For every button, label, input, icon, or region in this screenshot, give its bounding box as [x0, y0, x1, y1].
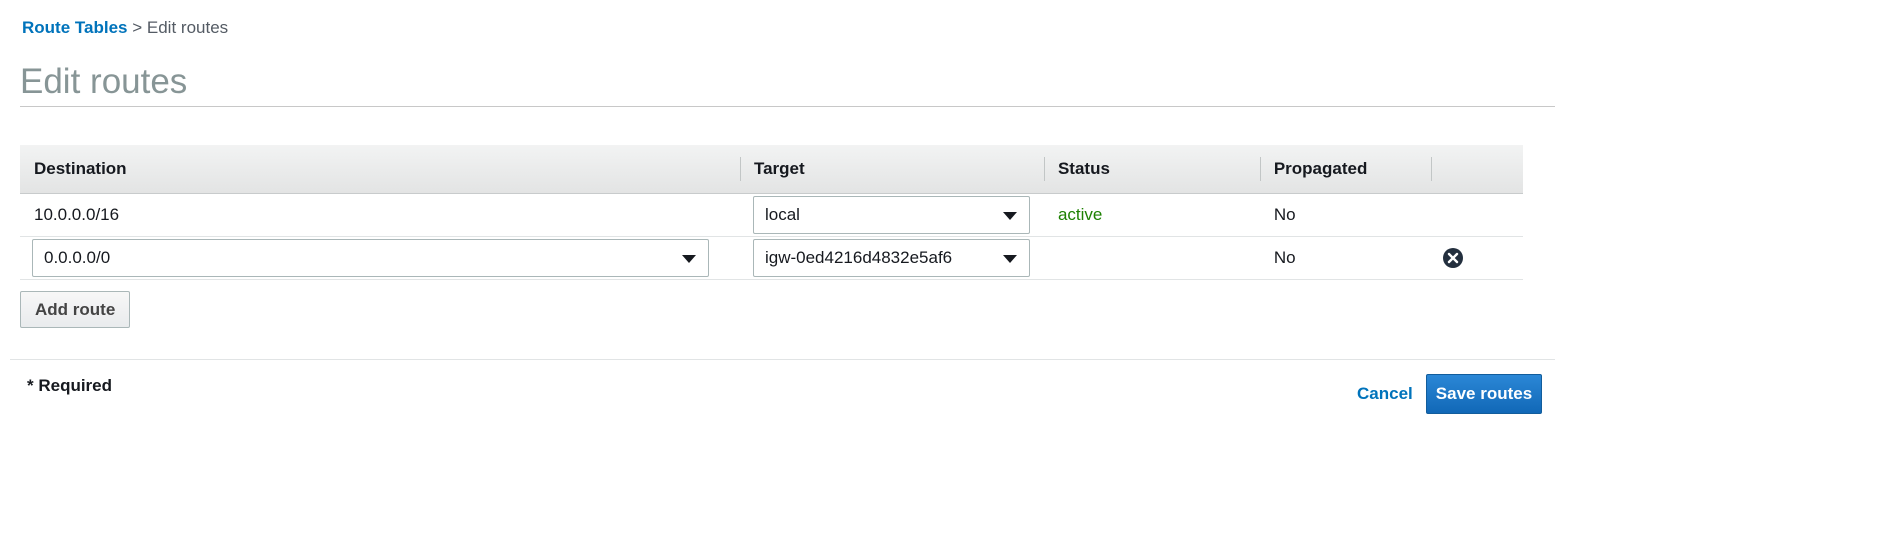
- target-cell: local: [739, 193, 1044, 237]
- add-route-button[interactable]: Add route: [20, 291, 131, 328]
- breadcrumb-current: Edit routes: [146, 18, 229, 37]
- remove-cell: [1430, 193, 1523, 237]
- breadcrumb-route-tables-link[interactable]: Route Tables: [22, 18, 127, 37]
- cancel-link[interactable]: Cancel: [1357, 384, 1413, 404]
- status-cell: active: [1043, 193, 1260, 237]
- propagated-cell: No: [1259, 236, 1431, 280]
- table-row: 10.0.0.0/16 local active No: [20, 193, 1523, 237]
- required-note: * Required: [27, 376, 113, 395]
- column-header-propagated: Propagated: [1259, 145, 1431, 194]
- destination-cell: 0.0.0.0/0: [20, 236, 740, 280]
- status-cell: [1043, 236, 1260, 280]
- target-select-value: igw-0ed4216d4832e5af6: [764, 247, 953, 267]
- target-select[interactable]: igw-0ed4216d4832e5af6: [752, 238, 1030, 277]
- target-select-value: local: [764, 204, 800, 224]
- routes-table: Destination Target Status Propagated 10.…: [20, 145, 1523, 280]
- breadcrumb: Route Tables > Edit routes: [22, 18, 228, 38]
- save-routes-button[interactable]: Save routes: [1426, 374, 1542, 414]
- remove-cell: [1430, 236, 1523, 280]
- destination-select[interactable]: 0.0.0.0/0: [32, 238, 709, 277]
- column-header-target: Target: [739, 145, 1044, 194]
- destination-select-value: 0.0.0.0/0: [44, 247, 111, 267]
- page-title: Edit routes: [20, 62, 188, 101]
- chevron-down-icon: [1002, 254, 1017, 263]
- chevron-down-icon: [682, 254, 696, 263]
- column-header-destination: Destination: [20, 145, 740, 194]
- table-header-row: Destination Target Status Propagated: [20, 145, 1523, 194]
- target-cell: igw-0ed4216d4832e5af6: [739, 236, 1044, 280]
- close-circle-icon[interactable]: [1442, 247, 1464, 269]
- chevron-down-icon: [1002, 211, 1017, 220]
- destination-cell: 10.0.0.0/16: [20, 193, 740, 237]
- target-select[interactable]: local: [752, 195, 1030, 234]
- column-header-status: Status: [1043, 145, 1260, 194]
- breadcrumb-separator: >: [132, 18, 143, 37]
- table-row: 0.0.0.0/0 igw-0ed4216d4832e5af6 No: [20, 236, 1523, 280]
- propagated-cell: No: [1259, 193, 1431, 237]
- column-header-remove: [1430, 145, 1523, 194]
- title-divider: [20, 106, 1555, 107]
- footer-divider: [10, 359, 1555, 360]
